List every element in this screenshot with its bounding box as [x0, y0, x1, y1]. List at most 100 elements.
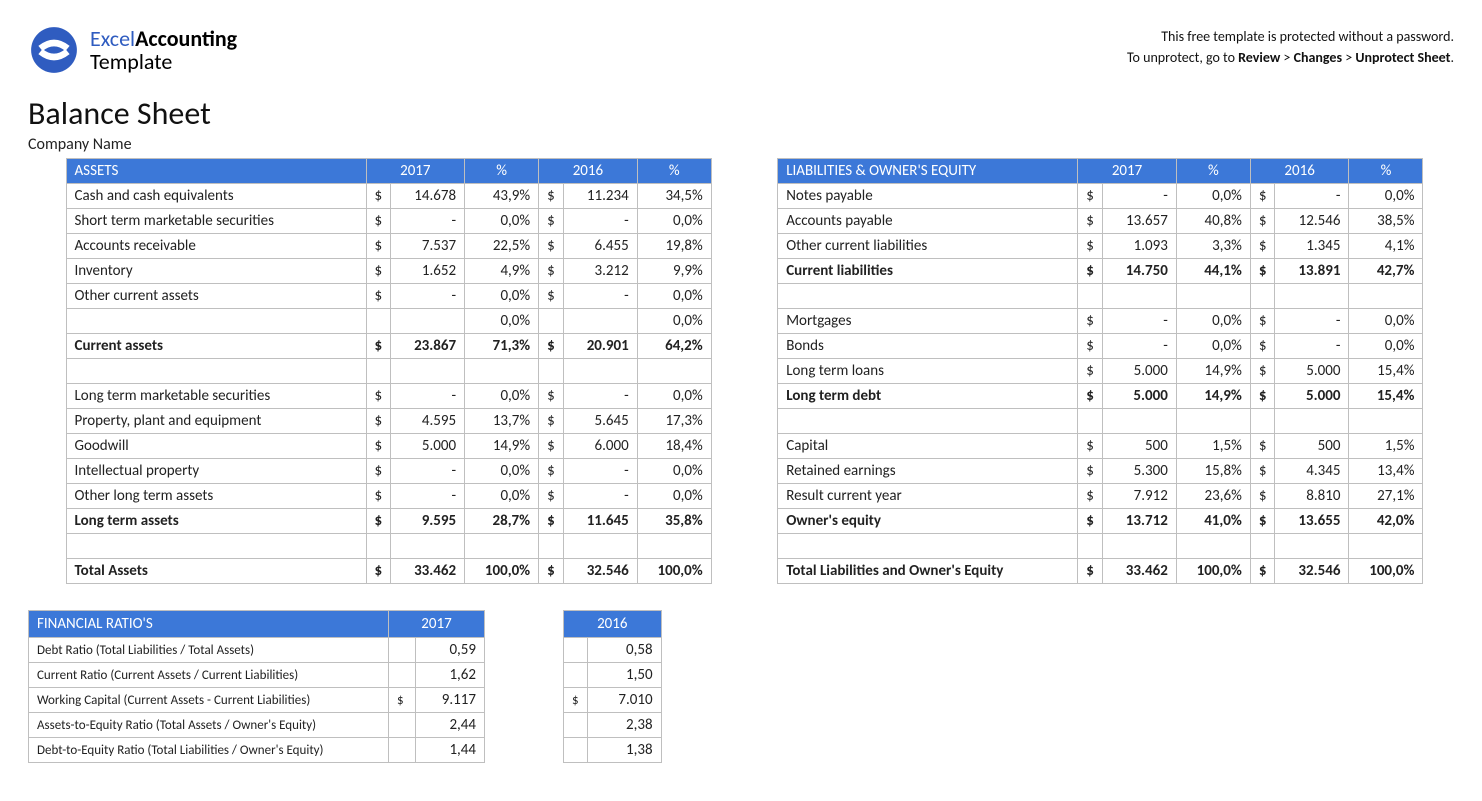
currency-symbol: $ [366, 509, 391, 534]
pct-year-a: 41,0% [1176, 509, 1250, 534]
currency-symbol: $ [539, 284, 564, 309]
value-year-b: 32.546 [563, 559, 637, 584]
pct-year-b: 0,0% [1349, 309, 1423, 334]
row-label: Result current year [778, 484, 1078, 509]
value-year-b: 13.891 [1275, 259, 1349, 284]
currency-symbol: $ [1250, 334, 1275, 359]
value-year-b: 6.000 [563, 434, 637, 459]
value-year-a: - [391, 384, 465, 409]
col-header-section: ASSETS [66, 159, 366, 184]
value-year-b: - [563, 284, 637, 309]
value-year-a: 33.462 [391, 559, 465, 584]
currency-symbol: $ [366, 259, 391, 284]
row-label: Capital [778, 434, 1078, 459]
pct-year-a: 15,8% [1176, 459, 1250, 484]
pct-year-a: 100,0% [1176, 559, 1250, 584]
pct-year-a: 40,8% [1176, 209, 1250, 234]
currency-symbol: $ [1250, 559, 1275, 584]
pct-year-b: 35,8% [637, 509, 711, 534]
value-year-b: 5.000 [1275, 359, 1349, 384]
row-label: Property, plant and equipment [66, 409, 366, 434]
value-year-b: 5.000 [1275, 384, 1349, 409]
currency-symbol: $ [539, 434, 564, 459]
value-year-b: - [563, 384, 637, 409]
currency-symbol [564, 738, 588, 763]
currency-symbol [389, 638, 416, 663]
row-label: Owner's equity [778, 509, 1078, 534]
currency-symbol: $ [1078, 559, 1103, 584]
currency-symbol: $ [366, 409, 391, 434]
value-year-b: - [1275, 334, 1349, 359]
currency-symbol: $ [1250, 459, 1275, 484]
pct-year-b: 27,1% [1349, 484, 1423, 509]
pct-year-a: 0,0% [1176, 184, 1250, 209]
value-year-b: 11.645 [563, 509, 637, 534]
value-year-a: - [391, 209, 465, 234]
row-label: Short term marketable securities [66, 209, 366, 234]
value-year-b: - [563, 459, 637, 484]
currency-symbol: $ [1078, 434, 1103, 459]
value-year-b: - [563, 209, 637, 234]
value-year-a: 1.652 [391, 259, 465, 284]
ratio-value-a: 1,62 [416, 663, 485, 688]
row-label: Retained earnings [778, 459, 1078, 484]
pct-year-b: 15,4% [1349, 359, 1423, 384]
pct-year-a: 71,3% [465, 334, 539, 359]
pct-year-b: 0,0% [637, 484, 711, 509]
pct-year-a: 3,3% [1176, 234, 1250, 259]
ratios-table-2016: 20160,581,50$7.0102,381,38 [563, 610, 662, 763]
value-year-a [391, 309, 465, 334]
pct-year-a: 0,0% [465, 284, 539, 309]
pct-year-a: 14,9% [1176, 359, 1250, 384]
currency-symbol: $ [539, 259, 564, 284]
value-year-b: 5.645 [563, 409, 637, 434]
liabilities-table: LIABILITIES & OWNER'S EQUITY2017%2016%No… [740, 158, 1424, 584]
ratios-year-a: 2017 [389, 611, 485, 638]
value-year-b: 32.546 [1275, 559, 1349, 584]
value-year-b: 1.345 [1275, 234, 1349, 259]
currency-symbol: $ [1078, 509, 1103, 534]
pct-year-a: 0,0% [465, 384, 539, 409]
row-label: Accounts payable [778, 209, 1078, 234]
value-year-b: - [1275, 184, 1349, 209]
col-header-year-b: 2016 [1250, 159, 1349, 184]
value-year-a: 13.712 [1102, 509, 1176, 534]
value-year-a: - [1102, 309, 1176, 334]
pct-year-a: 0,0% [465, 484, 539, 509]
row-label: Mortgages [778, 309, 1078, 334]
ratio-label: Assets-to-Equity Ratio (Total Assets / O… [29, 713, 389, 738]
pct-year-a: 0,0% [465, 309, 539, 334]
currency-symbol: $ [539, 559, 564, 584]
ratio-value-b: 1,38 [587, 738, 661, 763]
pct-year-a: 0,0% [1176, 334, 1250, 359]
currency-symbol [564, 638, 588, 663]
value-year-b: 3.212 [563, 259, 637, 284]
col-header-pct-b: % [1349, 159, 1423, 184]
currency-symbol: $ [1250, 384, 1275, 409]
value-year-b: 20.901 [563, 334, 637, 359]
currency-symbol: $ [366, 484, 391, 509]
pct-year-b: 0,0% [637, 309, 711, 334]
currency-symbol: $ [366, 384, 391, 409]
pct-year-b: 34,5% [637, 184, 711, 209]
row-label: Goodwill [66, 434, 366, 459]
currency-symbol: $ [1078, 334, 1103, 359]
ratio-value-a: 0,59 [416, 638, 485, 663]
pct-year-b: 0,0% [637, 384, 711, 409]
pct-year-a: 43,9% [465, 184, 539, 209]
value-year-a: 4.595 [391, 409, 465, 434]
currency-symbol: $ [389, 688, 416, 713]
row-label: Cash and cash equivalents [66, 184, 366, 209]
currency-symbol: $ [366, 234, 391, 259]
protection-notice: This free template is protected without … [1127, 26, 1454, 68]
pct-year-b: 13,4% [1349, 459, 1423, 484]
pct-year-b: 4,1% [1349, 234, 1423, 259]
currency-symbol [366, 309, 391, 334]
value-year-a: 5.000 [1102, 359, 1176, 384]
value-year-b: 13.655 [1275, 509, 1349, 534]
currency-symbol: $ [1078, 309, 1103, 334]
col-header-year-b: 2016 [539, 159, 638, 184]
value-year-a: - [391, 484, 465, 509]
pct-year-a: 0,0% [1176, 309, 1250, 334]
row-label: Current liabilities [778, 259, 1078, 284]
